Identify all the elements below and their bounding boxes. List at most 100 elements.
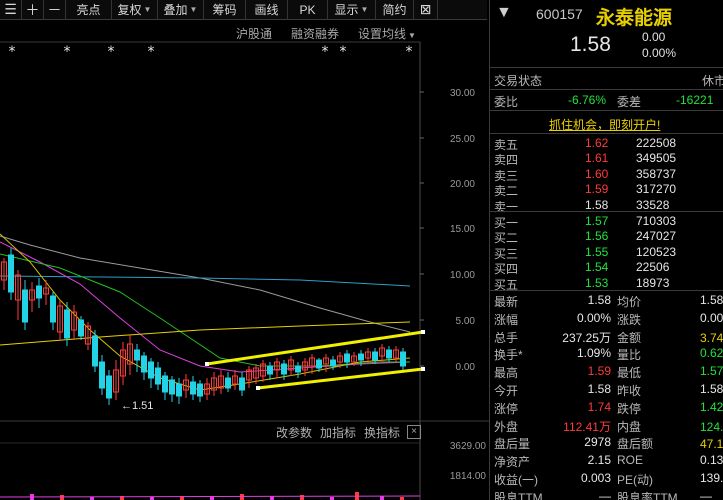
- stat-value: 0.00%: [576, 310, 611, 325]
- candle-body: [78, 319, 84, 337]
- caret-down-icon[interactable]: ▼: [496, 4, 512, 22]
- stat-value: 1.58: [587, 293, 611, 307]
- volume-bar: [60, 495, 64, 500]
- book-price: 1.54: [585, 260, 609, 275]
- candle-body: [36, 285, 42, 299]
- trendline-handle: [421, 330, 425, 334]
- stat-value: 1.42: [700, 399, 723, 414]
- wb-value: -6.76%: [568, 93, 607, 107]
- book-volume: 710303: [636, 214, 677, 228]
- stat-label: 均价: [617, 295, 642, 309]
- candle-body: [134, 349, 140, 361]
- stat-value: 1.58: [700, 382, 723, 396]
- divider: [490, 110, 723, 111]
- price-change: 0.00: [642, 30, 666, 44]
- book-volume: 349505: [636, 151, 677, 166]
- status-label: 交易状态: [494, 74, 543, 88]
- y-axis-tick: 0.00: [456, 362, 476, 373]
- stat-label: 外盘: [494, 419, 519, 434]
- candle-body: [22, 289, 28, 323]
- stat-value: 2.15: [587, 453, 611, 468]
- stat-value: 0.62: [700, 346, 723, 361]
- candle-body: [295, 365, 301, 373]
- ma-line-grey: [0, 235, 411, 333]
- volume-bar: [380, 496, 384, 500]
- wc-label: 委差: [617, 95, 642, 109]
- ma-line-magenta: [0, 241, 411, 373]
- trendline-handle: [205, 362, 209, 366]
- stat-value: 237.25万: [562, 330, 611, 345]
- stat-label: 股息率TTM: [617, 490, 678, 500]
- stat-label: 总手: [494, 330, 519, 345]
- add-indicator-button[interactable]: 加指标: [320, 424, 356, 441]
- candle-body: [148, 361, 154, 379]
- candle-body: [330, 359, 336, 367]
- volume-bar: [300, 495, 304, 500]
- book-price: 1.57: [585, 214, 609, 228]
- candle-body: [190, 381, 196, 395]
- candle-body: [155, 367, 161, 385]
- close-icon[interactable]: ×: [407, 425, 421, 439]
- book-volume: 247027: [636, 229, 677, 244]
- book-volume: 358737: [636, 166, 677, 181]
- stat-label: 盘后额: [617, 437, 654, 452]
- stat-value: 1.59: [587, 364, 611, 379]
- divider: [490, 133, 723, 134]
- candle-body: [162, 375, 168, 393]
- book-price: 1.56: [585, 229, 609, 244]
- stat-value: 0.003: [580, 471, 611, 485]
- book-volume: 22506: [636, 260, 670, 275]
- divider: [490, 89, 723, 90]
- candle-body: [176, 383, 182, 397]
- edit-params-button[interactable]: 改参数: [276, 424, 312, 441]
- ma-line-cyan: [0, 275, 411, 287]
- stat-label: 净资产: [494, 455, 531, 470]
- switch-indicator-button[interactable]: 换指标: [364, 424, 400, 441]
- candle-body: [141, 355, 147, 373]
- book-volume: 18973: [636, 275, 670, 290]
- stat-value: 2978: [584, 435, 611, 450]
- divider: [490, 211, 723, 212]
- stock-name[interactable]: 永泰能源: [596, 3, 672, 30]
- stat-label: 最高: [494, 366, 519, 381]
- ma-line-green: [0, 253, 410, 367]
- candle-body: [344, 353, 350, 363]
- stock-header: ▼ 600157 永泰能源 1.58 0.00 0.00%: [490, 0, 723, 66]
- last-price: 1.58: [570, 33, 611, 56]
- book-price: 1.58: [585, 197, 609, 212]
- book-price: 1.60: [585, 166, 609, 181]
- stock-code: 600157: [536, 6, 583, 22]
- stat-label: ROE: [617, 453, 644, 468]
- stat-label: 涨停: [494, 401, 519, 416]
- y-axis-tick: 25.00: [450, 134, 475, 145]
- book-level-label: 卖一: [494, 199, 519, 214]
- stat-label: 最新: [494, 295, 519, 309]
- candle-body: [50, 295, 56, 323]
- stat-value: —: [700, 488, 712, 500]
- stat-value: 139.30: [700, 471, 723, 485]
- event-star-marker: *: [64, 44, 71, 60]
- y-axis-tick: 5.00: [456, 316, 476, 327]
- open-account-link[interactable]: 抓住机会，即刻开户!: [549, 116, 660, 133]
- candle-body: [358, 353, 364, 361]
- low-price-annotation: ←1.51: [121, 400, 153, 412]
- book-volume: 33528: [636, 197, 670, 212]
- candle-body: [106, 375, 112, 399]
- y-axis-tick: 10.00: [450, 270, 475, 281]
- candle-body: [225, 377, 231, 389]
- stat-value: 124.85万: [700, 419, 723, 434]
- candle-body: [372, 351, 378, 361]
- stat-label: 换手*: [494, 348, 523, 363]
- event-star-marker: *: [148, 44, 155, 60]
- event-star-marker: *: [406, 44, 413, 60]
- stat-label: 量比: [617, 348, 642, 363]
- book-volume: 120523: [636, 244, 677, 259]
- candle-body: [400, 351, 406, 367]
- candle-body: [99, 361, 105, 389]
- stat-label: 涨幅: [494, 312, 519, 327]
- quote-panel: ▼ 600157 永泰能源 1.58 0.00 0.00% 交易状态 休市 委比…: [489, 0, 723, 500]
- stat-value: 1.74: [587, 399, 611, 414]
- stat-label: 昨收: [617, 384, 642, 398]
- wc-value: -16221: [676, 93, 714, 107]
- book-price: 1.59: [585, 182, 609, 197]
